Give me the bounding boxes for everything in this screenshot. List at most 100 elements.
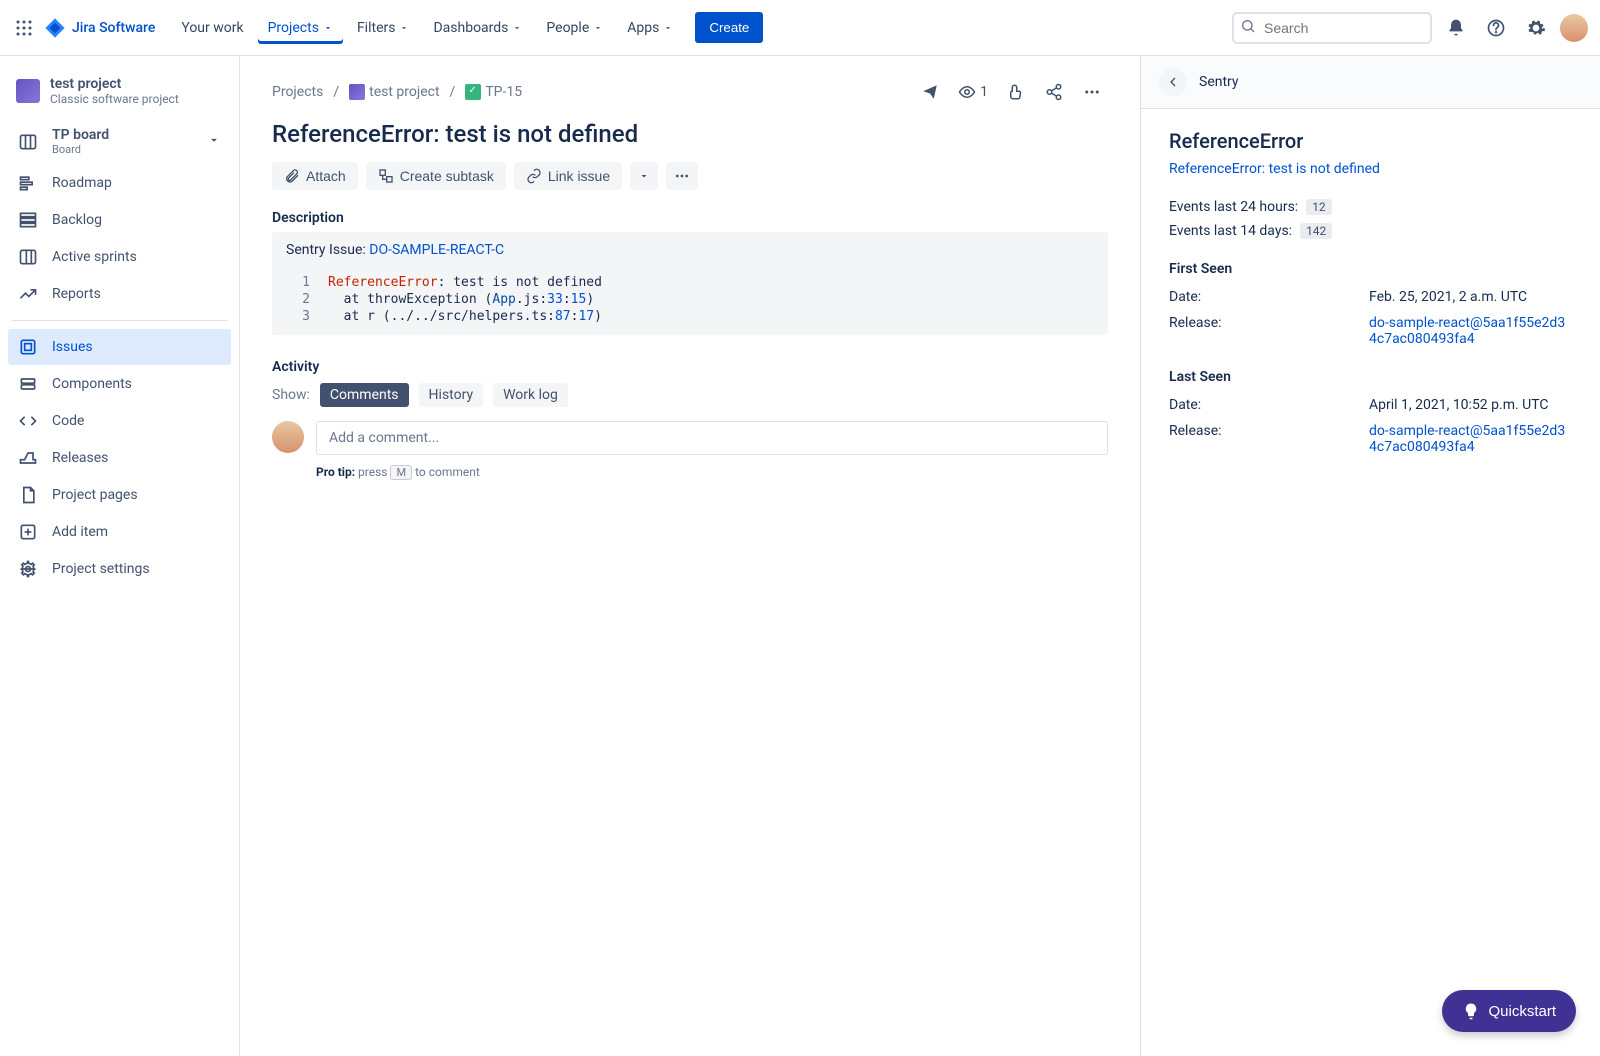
subtask-button[interactable]: Create subtask: [366, 162, 506, 190]
sentry-panel-title: Sentry: [1199, 74, 1239, 90]
activity-heading: Activity: [272, 359, 1108, 375]
last-seen-heading: Last Seen: [1169, 369, 1572, 385]
kbd-m: M: [390, 465, 412, 480]
tab-comments[interactable]: Comments: [320, 383, 409, 407]
sidebar-issues[interactable]: Issues: [8, 329, 231, 365]
user-avatar[interactable]: [1560, 14, 1588, 42]
project-name: test project: [50, 76, 179, 92]
last-release-link[interactable]: do-sample-react@5aa1f55e2d34c7ac080493fa…: [1369, 423, 1565, 455]
sentry-issue-line: Sentry Issue: DO-SAMPLE-REACT-C: [286, 242, 1094, 258]
nav-people[interactable]: People: [536, 12, 613, 44]
search-input[interactable]: [1232, 12, 1432, 44]
sidebar-add-item[interactable]: Add item: [8, 514, 231, 550]
comment-avatar: [272, 421, 304, 453]
board-subtitle: Board: [52, 143, 109, 156]
watch-button[interactable]: 1: [952, 76, 994, 108]
chevron-down-icon: [512, 23, 522, 33]
project-subtitle: Classic software project: [50, 92, 179, 106]
search-box: [1232, 12, 1432, 44]
chevron-down-icon: [593, 23, 603, 33]
project-header[interactable]: test project Classic software project: [8, 72, 231, 118]
back-button[interactable]: [1159, 68, 1187, 96]
topbar: Jira Software Your work Projects Filters…: [0, 0, 1600, 56]
sidebar-settings[interactable]: Project settings: [8, 551, 231, 587]
last-seen-date: April 1, 2021, 10:52 p.m. UTC: [1369, 397, 1572, 413]
nav-your-work[interactable]: Your work: [171, 12, 253, 44]
sidebar-components[interactable]: Components: [8, 366, 231, 402]
activity-section: Activity Show: Comments History Work log…: [272, 359, 1108, 480]
more-icon[interactable]: [1076, 76, 1108, 108]
vote-icon[interactable]: [1000, 76, 1032, 108]
sentry-error-link[interactable]: ReferenceError: test is not defined: [1169, 161, 1572, 177]
sentry-panel: Sentry ReferenceError ReferenceError: te…: [1140, 56, 1600, 1056]
lightbulb-icon: [1462, 1002, 1480, 1020]
sidebar-releases[interactable]: Releases: [8, 440, 231, 476]
sprints-icon: [18, 247, 38, 267]
add-icon: [18, 522, 38, 542]
releases-icon: [18, 448, 38, 468]
breadcrumb-sep: /: [450, 84, 456, 100]
sidebar-code[interactable]: Code: [8, 403, 231, 439]
breadcrumb-projects[interactable]: Projects: [272, 84, 323, 100]
settings-icon[interactable]: [1520, 12, 1552, 44]
stat-14d-badge: 142: [1300, 223, 1332, 239]
nav-filters[interactable]: Filters: [347, 12, 420, 44]
create-button[interactable]: Create: [695, 12, 763, 43]
quickstart-button[interactable]: Quickstart: [1442, 990, 1576, 1032]
breadcrumb-issue[interactable]: TP-15: [465, 84, 522, 100]
tab-history[interactable]: History: [419, 383, 484, 407]
help-icon[interactable]: [1480, 12, 1512, 44]
issue-actions: Attach Create subtask Link issue: [272, 162, 1108, 190]
chevron-down-icon: [207, 133, 221, 151]
issue-main: Projects / test project / TP-15 1 Refere…: [240, 56, 1140, 1056]
more-actions[interactable]: [666, 162, 698, 190]
activity-tabs: Show: Comments History Work log: [272, 383, 1108, 407]
comment-input[interactable]: Add a comment...: [316, 421, 1108, 455]
first-seen-date: Feb. 25, 2021, 2 a.m. UTC: [1369, 289, 1572, 305]
show-label: Show:: [272, 387, 310, 403]
pages-icon: [18, 485, 38, 505]
chevron-down-icon: [323, 23, 333, 33]
tab-worklog[interactable]: Work log: [493, 383, 568, 407]
sidebar-roadmap[interactable]: Roadmap: [8, 165, 231, 201]
share-icon[interactable]: [1038, 76, 1070, 108]
breadcrumb-sep: /: [333, 84, 339, 100]
settings-icon: [18, 559, 38, 579]
sidebar-sprints[interactable]: Active sprints: [8, 239, 231, 275]
first-seen-section: First Seen Date:Feb. 25, 2021, 2 a.m. UT…: [1169, 261, 1572, 347]
nav-dashboards[interactable]: Dashboards: [423, 12, 532, 44]
last-seen-section: Last Seen Date:April 1, 2021, 10:52 p.m.…: [1169, 369, 1572, 455]
link-button[interactable]: Link issue: [514, 162, 622, 190]
board-icon: [18, 132, 38, 152]
project-icon: [349, 84, 365, 100]
sidebar-board[interactable]: TP board Board: [8, 119, 231, 164]
board-name: TP board: [52, 127, 109, 143]
sentry-panel-header: Sentry: [1141, 56, 1600, 109]
app-switcher-icon[interactable]: [12, 16, 36, 40]
sidebar-reports[interactable]: Reports: [8, 276, 231, 312]
link-dropdown[interactable]: [630, 162, 658, 190]
jira-logo[interactable]: Jira Software: [44, 17, 155, 39]
sidebar-divider: [12, 320, 227, 321]
protip: Pro tip: press M to comment: [316, 465, 1108, 480]
sentry-error-title: ReferenceError: [1169, 129, 1572, 153]
stat-24h-badge: 12: [1306, 199, 1332, 215]
nav-projects[interactable]: Projects: [258, 12, 343, 44]
backlog-icon: [18, 210, 38, 230]
reports-icon: [18, 284, 38, 304]
breadcrumb-project[interactable]: test project: [349, 84, 439, 100]
nav-apps[interactable]: Apps: [617, 12, 683, 44]
feedback-icon[interactable]: [914, 76, 946, 108]
issue-title[interactable]: ReferenceError: test is not defined: [272, 120, 1108, 148]
notifications-icon[interactable]: [1440, 12, 1472, 44]
attach-button[interactable]: Attach: [272, 162, 358, 190]
sentry-issue-link[interactable]: DO-SAMPLE-REACT-C: [369, 242, 504, 258]
sidebar: test project Classic software project TP…: [0, 56, 240, 1056]
breadcrumb: Projects / test project / TP-15 1: [272, 76, 1108, 108]
sidebar-pages[interactable]: Project pages: [8, 477, 231, 513]
description-box[interactable]: Sentry Issue: DO-SAMPLE-REACT-C 1Referen…: [272, 232, 1108, 335]
sidebar-backlog[interactable]: Backlog: [8, 202, 231, 238]
first-release-link[interactable]: do-sample-react@5aa1f55e2d34c7ac080493fa…: [1369, 315, 1565, 347]
issues-icon: [18, 337, 38, 357]
task-icon: [465, 84, 481, 100]
